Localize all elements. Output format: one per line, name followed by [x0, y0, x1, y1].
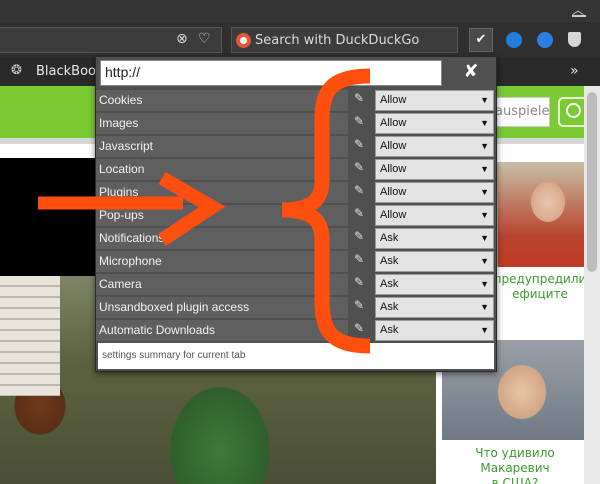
chevron-down-icon: ▼	[480, 210, 489, 220]
permission-label: Cookies	[96, 90, 348, 111]
permission-value: Allow	[380, 117, 407, 129]
permission-label: Notifications	[96, 228, 348, 249]
chevron-down-icon: ▼	[480, 187, 489, 197]
chevron-down-icon: ▼	[480, 141, 489, 151]
pencil-icon[interactable]: ✎	[352, 114, 366, 128]
permission-select[interactable]: Ask ▼	[375, 274, 494, 295]
permission-row: Notifications ✎ Ask ▼	[96, 227, 496, 250]
news-thumbnail-1[interactable]	[498, 162, 584, 267]
permission-select[interactable]: Ask ▼	[375, 320, 494, 341]
permission-row: Pop-ups ✎ Allow ▼	[96, 204, 496, 227]
extension-share-icon[interactable]	[537, 32, 553, 48]
permission-value: Allow	[380, 140, 407, 152]
pencil-icon[interactable]: ✎	[352, 206, 366, 220]
permission-value: Ask	[380, 255, 399, 267]
permission-label: Plugins	[96, 182, 348, 203]
permission-row: Unsandboxed plugin access ✎ Ask ▼	[96, 296, 496, 319]
bookmarks-overflow-button[interactable]: »	[570, 63, 579, 79]
permission-label: Automatic Downloads	[96, 320, 348, 341]
duckduckgo-icon	[236, 33, 251, 48]
pencil-icon[interactable]: ✎	[352, 298, 366, 312]
permission-row: Plugins ✎ Allow ▼	[96, 181, 496, 204]
permission-value: Ask	[380, 278, 399, 290]
site-search-input[interactable]: auspiele	[494, 97, 550, 127]
permission-row: Automatic Downloads ✎ Ask ▼	[96, 319, 496, 342]
permission-list: Cookies ✎ Allow ▼ Images ✎ Allow ▼ Javascript ✎ Al…	[96, 89, 496, 342]
chevron-down-icon: ▼	[480, 118, 489, 128]
permission-select[interactable]: Allow ▼	[375, 136, 494, 157]
pencil-icon[interactable]: ✎	[352, 137, 366, 151]
address-bar[interactable]: ⊗ ♡	[0, 27, 222, 53]
permission-row: Microphone ✎ Ask ▼	[96, 250, 496, 273]
permission-row: Images ✎ Allow ▼	[96, 112, 496, 135]
news-link-2[interactable]: Что удивило Макаревич в США?	[440, 446, 590, 484]
site-permissions-popup: http:// ✘ Cookies ✎ Allow ▼ Images ✎ Allow ▼ Jav…	[95, 56, 497, 372]
photo-house	[0, 276, 60, 396]
permission-select[interactable]: Ask ▼	[375, 297, 494, 318]
popup-url-input[interactable]: http://	[100, 60, 442, 86]
permission-select[interactable]: Ask ▼	[375, 251, 494, 272]
permission-row: Camera ✎ Ask ▼	[96, 273, 496, 296]
permission-value: Ask	[380, 301, 399, 313]
permission-label: Pop-ups	[96, 205, 348, 226]
gear-icon: ❂	[11, 63, 22, 78]
news-link-1[interactable]: предупредили ефиците	[490, 272, 590, 302]
popup-footer: settings summary for current tab	[98, 343, 494, 369]
chevron-down-icon: ▼	[480, 164, 489, 174]
permission-value: Allow	[380, 209, 407, 221]
pencil-icon[interactable]: ✎	[352, 275, 366, 289]
pencil-icon[interactable]: ✎	[352, 160, 366, 174]
chevron-down-icon: ▼	[480, 279, 489, 289]
permission-label: Unsandboxed plugin access	[96, 297, 348, 318]
permission-select[interactable]: Allow ▼	[375, 159, 494, 180]
heart-icon[interactable]: ♡	[198, 31, 211, 47]
chevron-down-icon: ▼	[480, 325, 489, 335]
permission-select[interactable]: Allow ▼	[375, 205, 494, 226]
permission-row: Location ✎ Allow ▼	[96, 158, 496, 181]
permission-select[interactable]: Allow ▼	[375, 90, 494, 111]
site-search-value: auspiele	[495, 104, 550, 119]
permission-value: Allow	[380, 94, 407, 106]
permission-value: Ask	[380, 232, 399, 244]
pencil-icon[interactable]: ✎	[352, 91, 366, 105]
permission-row: Cookies ✎ Allow ▼	[96, 89, 496, 112]
chevron-down-icon: ▼	[480, 302, 489, 312]
permission-label: Images	[96, 113, 348, 134]
permission-label: Location	[96, 159, 348, 180]
search-placeholder: Search with DuckDuckGo	[255, 33, 420, 48]
permission-label: Camera	[96, 274, 348, 295]
video-area[interactable]	[0, 158, 98, 276]
permission-value: Allow	[380, 186, 407, 198]
pencil-icon[interactable]: ✎	[352, 252, 366, 266]
chevron-down-icon: ▼	[480, 233, 489, 243]
pencil-icon[interactable]: ✎	[352, 321, 366, 335]
permission-select[interactable]: Allow ▼	[375, 182, 494, 203]
extension-sync-icon[interactable]	[506, 32, 522, 48]
close-icon[interactable]: ✘	[460, 61, 482, 83]
pencil-icon[interactable]: ✎	[352, 183, 366, 197]
shield-icon[interactable]	[568, 32, 581, 47]
permission-label: Javascript	[96, 136, 348, 157]
permission-select[interactable]: Ask ▼	[375, 228, 494, 249]
extension-check-button[interactable]: ✔	[469, 28, 493, 52]
permission-value: Ask	[380, 324, 399, 336]
window-titlebar: ︿	[0, 0, 600, 22]
close-circle-icon[interactable]: ⊗	[176, 31, 188, 47]
pencil-icon[interactable]: ✎	[352, 229, 366, 243]
permission-value: Allow	[380, 163, 407, 175]
bookmark-item[interactable]: BlackBook	[36, 64, 104, 79]
chevron-down-icon: ▼	[480, 95, 489, 105]
search-bar[interactable]: Search with DuckDuckGo	[231, 27, 458, 53]
permission-select[interactable]: Allow ▼	[375, 113, 494, 134]
permission-row: Javascript ✎ Allow ▼	[96, 135, 496, 158]
chevron-down-icon: ▼	[480, 256, 489, 266]
scrollbar[interactable]	[584, 86, 600, 484]
minimize-icon[interactable]	[572, 15, 586, 17]
scrollbar-thumb[interactable]	[587, 92, 597, 272]
permission-label: Microphone	[96, 251, 348, 272]
